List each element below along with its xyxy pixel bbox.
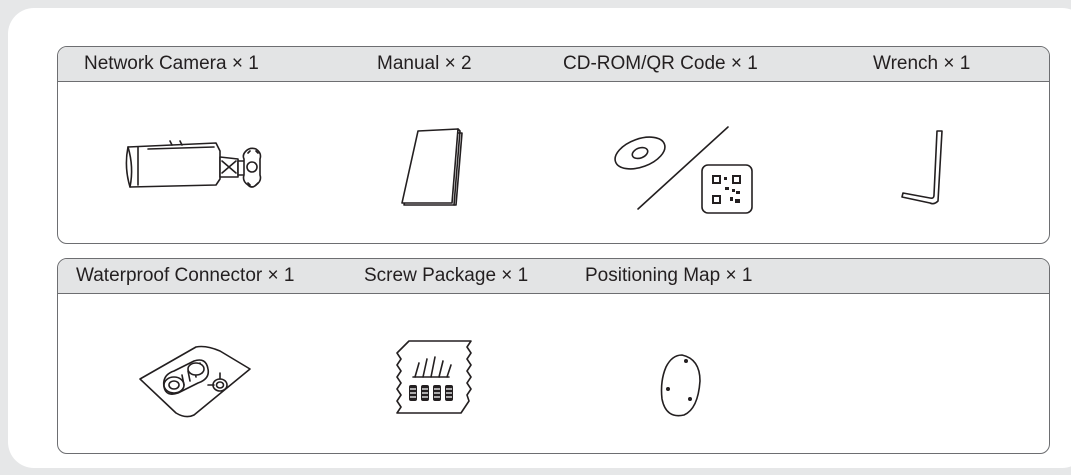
packing-list-panel-bottom: Waterproof Connector × 1 Screw Package ×… [57,258,1050,454]
item-label-manual: Manual × 2 [377,53,472,74]
item-label-wrench: Wrench × 1 [873,53,971,74]
panel-header: Network Camera × 1 Manual × 2 CD-ROM/QR … [58,47,1049,82]
panel-header: Waterproof Connector × 1 Screw Package ×… [58,259,1049,294]
item-label-network-camera: Network Camera × 1 [84,53,259,74]
positioning-map-icon [656,351,706,421]
item-label-waterproof-connector: Waterproof Connector × 1 [76,265,295,286]
packing-list-panel-top: Network Camera × 1 Manual × 2 CD-ROM/QR … [57,46,1050,244]
network-camera-icon [120,127,270,197]
wrench-icon [894,129,954,209]
packing-list-sheet: Network Camera × 1 Manual × 2 CD-ROM/QR … [8,8,1071,468]
item-label-cd-rom-qr-code: CD-ROM/QR Code × 1 [563,53,758,74]
cd-rom-qr-code-icon [610,121,760,219]
manual-icon [400,127,470,211]
screw-package-icon [391,337,477,417]
waterproof-connector-icon [136,341,256,421]
item-label-screw-package: Screw Package × 1 [364,265,529,286]
item-label-positioning-map: Positioning Map × 1 [585,265,753,286]
